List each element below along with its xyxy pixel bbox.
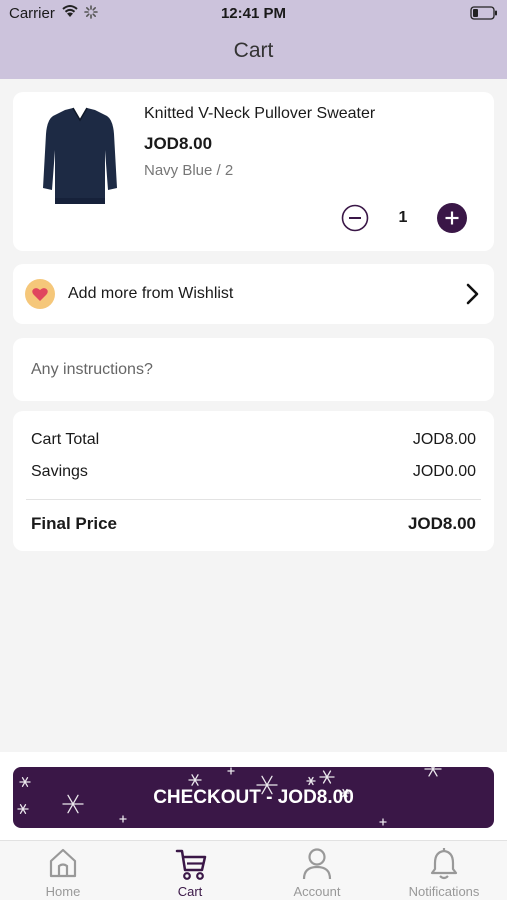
page-title: Cart xyxy=(233,39,274,62)
totals-divider xyxy=(26,499,481,500)
tab-home-label: Home xyxy=(45,884,81,899)
heart-icon xyxy=(25,279,55,309)
tab-cart-label: Cart xyxy=(177,884,203,899)
bell-icon xyxy=(430,848,458,880)
wishlist-row[interactable]: Add more from Wishlist xyxy=(13,264,494,324)
cart-icon xyxy=(175,849,207,880)
product-image[interactable] xyxy=(37,104,123,208)
increase-quantity-button[interactable] xyxy=(437,203,467,233)
account-icon xyxy=(302,848,332,880)
nav-bar: Cart xyxy=(0,28,507,79)
tab-cart[interactable]: Cart xyxy=(127,841,253,900)
product-name[interactable]: Knitted V-Neck Pullover Sweater xyxy=(144,105,375,123)
tab-notifications[interactable]: Notifications xyxy=(381,841,507,900)
cart-total-value: JOD8.00 xyxy=(412,431,476,448)
quantity-value: 1 xyxy=(398,209,408,226)
product-variant: Navy Blue / 2 xyxy=(144,162,234,179)
tab-notifications-label: Notifications xyxy=(408,884,480,899)
savings-label: Savings xyxy=(31,463,88,480)
checkout-label: CHECKOUT - JOD8.00 xyxy=(153,787,354,808)
chevron-right-icon xyxy=(466,283,479,305)
tab-bar: Home Cart Account Notifications xyxy=(0,840,507,900)
savings-value: JOD0.00 xyxy=(412,463,476,480)
product-price: JOD8.00 xyxy=(144,134,213,153)
tab-account[interactable]: Account xyxy=(254,841,380,900)
cart-total-label: Cart Total xyxy=(31,431,100,448)
status-bar: Carrier 12:41 PM xyxy=(0,0,507,28)
status-time: 12:41 PM xyxy=(220,5,287,22)
final-price-label: Final Price xyxy=(31,514,117,533)
instructions-input[interactable] xyxy=(13,338,494,401)
decrease-quantity-button[interactable] xyxy=(341,204,369,232)
home-icon xyxy=(49,848,77,878)
wishlist-label: Add more from Wishlist xyxy=(68,285,234,302)
checkout-button[interactable]: CHECKOUT - JOD8.00 xyxy=(13,767,494,828)
final-price-value: JOD8.00 xyxy=(407,514,476,533)
tab-home[interactable]: Home xyxy=(0,841,126,900)
cart-item-card: Knitted V-Neck Pullover Sweater JOD8.00 … xyxy=(13,92,494,251)
tab-account-label: Account xyxy=(293,884,341,899)
battery-icon xyxy=(470,6,497,20)
totals-card: Cart Total JOD8.00 Savings JOD0.00 Final… xyxy=(13,411,494,551)
instructions-card xyxy=(13,338,494,401)
